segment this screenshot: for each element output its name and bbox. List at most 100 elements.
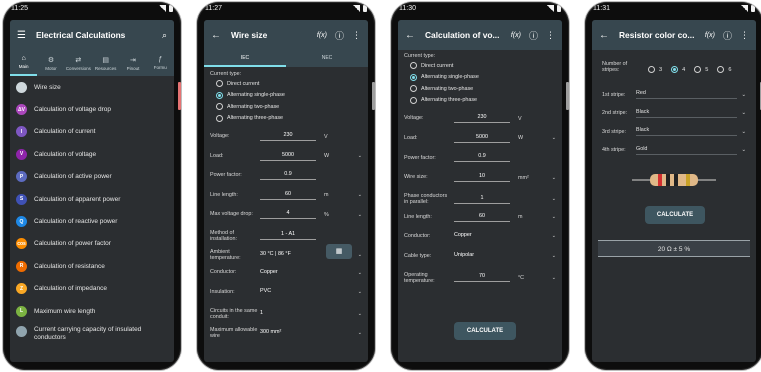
radio-button[interactable] xyxy=(671,66,679,73)
field-input[interactable]: 60 xyxy=(454,213,510,222)
chevron-down-icon[interactable]: ⌄ xyxy=(358,330,362,336)
chevron-down-icon[interactable]: ⌄ xyxy=(741,110,746,116)
installation-method-button[interactable]: ▦ xyxy=(326,244,352,259)
info-icon[interactable]: ⓘ xyxy=(529,29,538,42)
back-arrow-icon[interactable]: ← xyxy=(405,30,415,41)
formula-button[interactable]: f(x) xyxy=(317,32,327,39)
stripe-value[interactable]: Black xyxy=(636,127,738,136)
radio-button[interactable] xyxy=(410,73,417,81)
chevron-down-icon[interactable]: ⌄ xyxy=(358,212,362,218)
field-input[interactable]: 30 °C | 86 °F xyxy=(260,251,316,259)
calculate-button[interactable]: CALCULATE xyxy=(454,322,516,340)
chevron-down-icon[interactable]: ⌄ xyxy=(552,214,556,220)
chevron-down-icon[interactable]: ⌄ xyxy=(741,92,746,98)
chevron-down-icon[interactable]: ⌄ xyxy=(552,253,556,259)
more-options-icon[interactable]: ⋮ xyxy=(352,30,361,41)
tab-conversions[interactable]: ⇄ Conversions xyxy=(65,50,92,76)
tab-main[interactable]: ⌂ Main xyxy=(10,50,38,76)
chevron-down-icon[interactable]: ⌄ xyxy=(552,196,556,202)
calculate-button[interactable]: CALCULATE xyxy=(645,206,705,224)
radio-option[interactable]: Alternating single-phase xyxy=(410,73,479,81)
stripe-selector[interactable]: 2nd stripe: Black ⌄ xyxy=(602,109,746,118)
stripe-value[interactable]: Red xyxy=(636,90,738,99)
list-item[interactable]: S Calculation of apparent power xyxy=(10,188,174,210)
stripe-selector[interactable]: 1st stripe: Red ⌄ xyxy=(602,90,746,99)
chevron-down-icon[interactable]: ⌄ xyxy=(358,252,362,258)
field-input[interactable]: 10 xyxy=(454,173,510,183)
radio-button[interactable] xyxy=(216,91,223,99)
tab-iec[interactable]: IEC xyxy=(204,50,286,67)
chevron-down-icon[interactable]: ⌄ xyxy=(552,233,556,239)
chevron-down-icon[interactable]: ⌄ xyxy=(358,153,362,159)
chevron-down-icon[interactable]: ⌄ xyxy=(741,129,746,135)
field-input[interactable]: 5000 xyxy=(260,152,316,161)
stripe-value[interactable]: Black xyxy=(636,109,738,118)
tab-pinout[interactable]: ⇥ Pinout xyxy=(119,50,146,76)
chevron-down-icon[interactable]: ⌄ xyxy=(358,192,362,198)
radio-button[interactable] xyxy=(216,80,223,87)
field-input[interactable]: 230 xyxy=(260,132,316,141)
field-input[interactable]: 1 - A1 xyxy=(260,231,316,241)
radio-button[interactable] xyxy=(648,66,655,73)
radio-option[interactable]: Direct current xyxy=(216,80,259,87)
radio-option[interactable]: Alternating single-phase xyxy=(216,91,285,99)
radio-option[interactable]: Alternating two-phase xyxy=(216,103,279,110)
chevron-down-icon[interactable]: ⌄ xyxy=(552,175,556,181)
list-item[interactable]: P Calculation of active power xyxy=(10,166,174,188)
back-arrow-icon[interactable]: ← xyxy=(211,30,221,41)
more-options-icon[interactable]: ⋮ xyxy=(740,30,749,41)
field-input[interactable]: PVC xyxy=(260,288,316,296)
radio-button[interactable] xyxy=(694,66,702,73)
back-arrow-icon[interactable]: ← xyxy=(599,30,609,41)
menu-icon[interactable]: ☰ xyxy=(17,30,26,41)
stripe-selector[interactable]: 4th stripe: Gold ⌄ xyxy=(602,146,746,155)
chevron-down-icon[interactable]: ⌄ xyxy=(552,135,556,141)
stripe-value[interactable]: Gold xyxy=(636,146,738,155)
field-input[interactable]: 70 xyxy=(454,273,510,283)
field-input[interactable]: 1 xyxy=(454,195,510,204)
list-item[interactable]: L Maximum wire length xyxy=(10,300,174,322)
formula-button[interactable]: f(x) xyxy=(705,32,715,39)
radio-button[interactable] xyxy=(410,62,417,69)
radio-button[interactable] xyxy=(410,85,417,92)
more-options-icon[interactable]: ⋮ xyxy=(546,30,555,41)
list-item[interactable]: R Calculation of resistance xyxy=(10,255,174,277)
field-input[interactable]: 0.9 xyxy=(454,153,510,163)
list-item[interactable]: I Calculation of current xyxy=(10,121,174,143)
radio-option[interactable]: Alternating two-phase xyxy=(410,85,473,92)
radio-button[interactable] xyxy=(717,66,725,73)
field-input[interactable]: Copper xyxy=(454,232,510,240)
stripe-count-option[interactable]: 5 xyxy=(694,66,708,73)
tab-nec[interactable]: NEC xyxy=(286,50,368,67)
chevron-down-icon[interactable]: ⌄ xyxy=(358,270,362,276)
field-input[interactable]: 5000 xyxy=(454,134,510,143)
field-input[interactable]: 1 xyxy=(260,310,316,318)
stripe-count-option[interactable]: 4 xyxy=(671,66,685,73)
chevron-down-icon[interactable]: ⌄ xyxy=(358,311,362,317)
field-input[interactable]: 230 xyxy=(454,114,510,123)
radio-option[interactable]: Alternating three-phase xyxy=(410,96,477,104)
list-item[interactable]: Q Calculation of reactive power xyxy=(10,210,174,232)
radio-button[interactable] xyxy=(216,114,223,122)
field-input[interactable]: 60 xyxy=(260,191,316,200)
tab-resources[interactable]: ▤ Resources xyxy=(92,50,119,76)
formula-button[interactable]: f(x) xyxy=(511,32,521,39)
info-icon[interactable]: ⓘ xyxy=(335,29,344,42)
info-icon[interactable]: ⓘ xyxy=(723,29,732,42)
list-item[interactable]: Z Calculation of impedance xyxy=(10,278,174,300)
field-input[interactable]: 0.9 xyxy=(260,171,316,180)
radio-button[interactable] xyxy=(216,103,223,110)
radio-option[interactable]: Alternating three-phase xyxy=(216,114,283,122)
radio-option[interactable]: Direct current xyxy=(410,62,453,69)
list-item[interactable]: V Calculation of voltage xyxy=(10,143,174,165)
field-input[interactable]: Unipolar xyxy=(454,252,510,260)
stripe-selector[interactable]: 3rd stripe: Black ⌄ xyxy=(602,127,746,136)
radio-button[interactable] xyxy=(410,96,417,104)
list-item[interactable]: cos Calculation of power factor xyxy=(10,233,174,255)
stripe-count-option[interactable]: 3 xyxy=(648,66,662,73)
list-item[interactable]: Wire size xyxy=(10,76,174,98)
list-item[interactable]: ΔV Calculation of voltage drop xyxy=(10,98,174,120)
field-input[interactable]: 300 mm² xyxy=(260,329,316,337)
field-input[interactable]: 4 xyxy=(260,210,316,219)
field-input[interactable]: Copper xyxy=(260,269,316,277)
